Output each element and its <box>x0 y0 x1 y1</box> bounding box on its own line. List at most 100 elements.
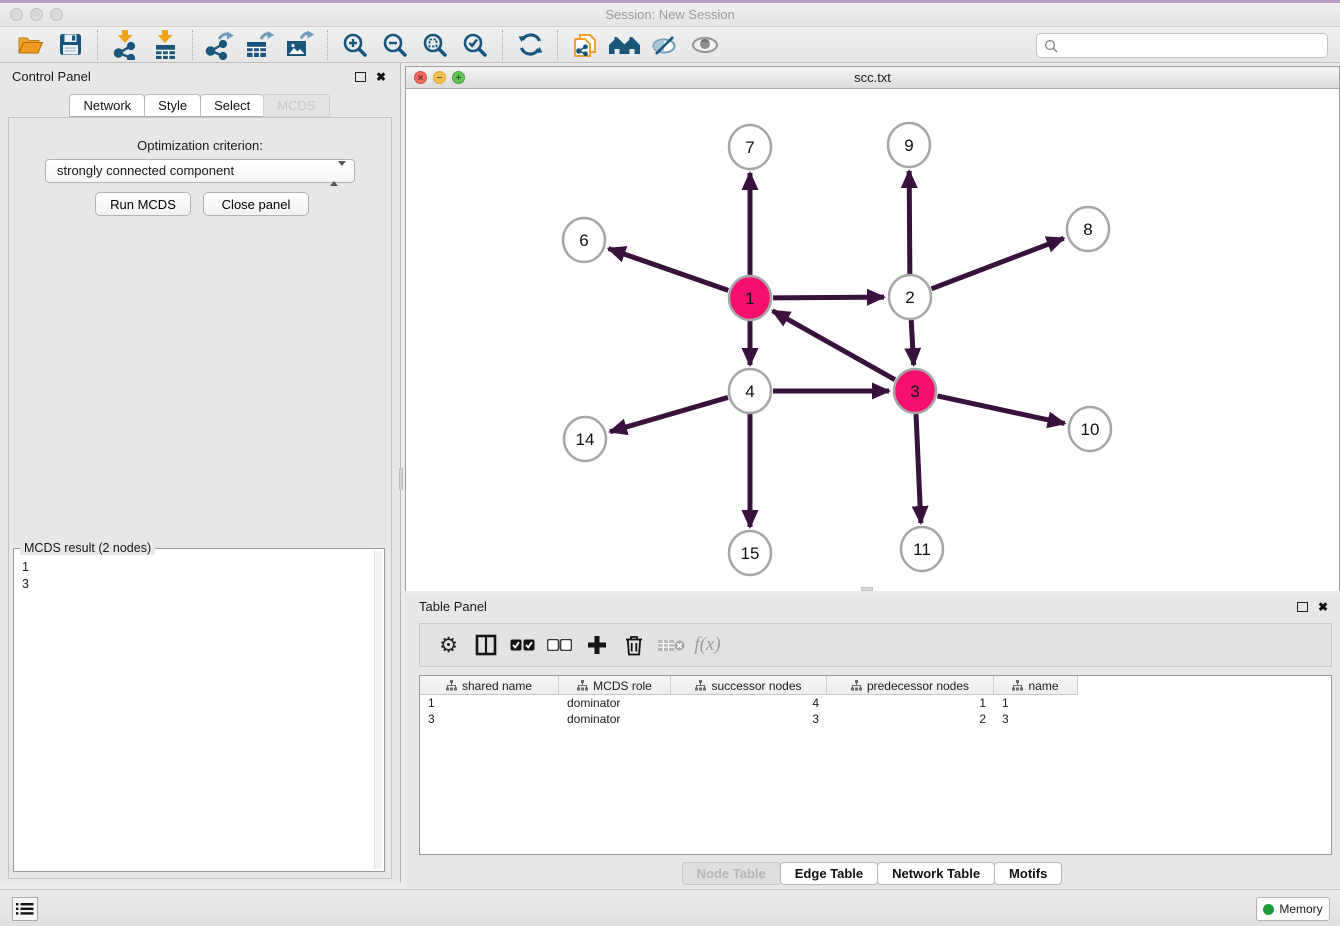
table-cell[interactable]: 2 <box>827 711 994 727</box>
graph-node-2[interactable]: 2 <box>889 275 931 319</box>
table-row[interactable]: 1dominator411 <box>420 695 1331 711</box>
show-panel-eye-icon[interactable] <box>685 29 725 61</box>
minimize-window-button[interactable] <box>30 8 43 21</box>
criterion-dropdown[interactable]: strongly connected component <box>45 159 355 183</box>
graph-node-3[interactable]: 3 <box>894 369 936 413</box>
table-cell[interactable]: 1 <box>420 695 559 711</box>
panel-divider-gripper[interactable] <box>399 468 403 490</box>
network-minimize-button[interactable]: − <box>433 71 446 84</box>
table-cell[interactable]: 1 <box>994 695 1078 711</box>
console-button[interactable] <box>12 897 38 921</box>
graph-node-15[interactable]: 15 <box>729 531 771 575</box>
tab-motifs[interactable]: Motifs <box>994 862 1062 885</box>
export-image-icon[interactable] <box>280 29 320 61</box>
graph-edge-3-1[interactable] <box>773 311 895 380</box>
network-window-titlebar[interactable]: × − + scc.txt <box>406 67 1339 89</box>
result-line: 1 <box>22 559 372 576</box>
graph-edge-2-3[interactable] <box>911 320 913 365</box>
save-session-icon[interactable] <box>50 29 90 61</box>
delete-column-trash-icon[interactable] <box>615 627 652 663</box>
graph-node-9[interactable]: 9 <box>888 123 930 167</box>
close-window-button[interactable] <box>10 8 23 21</box>
graph-edge-1-2[interactable] <box>773 297 884 298</box>
svg-text:11: 11 <box>913 540 931 559</box>
hide-panel-eye-icon[interactable] <box>645 29 685 61</box>
graph-node-1[interactable]: 1 <box>729 276 771 320</box>
table-options-gear-icon[interactable]: ⚙ <box>430 627 467 663</box>
table-cell[interactable]: 4 <box>671 695 827 711</box>
close-panel-icon[interactable]: ✖ <box>376 70 386 84</box>
graph-node-4[interactable]: 4 <box>729 369 771 413</box>
export-network-icon[interactable] <box>200 29 240 61</box>
unselect-all-columns-icon[interactable] <box>541 627 578 663</box>
table-cell[interactable]: dominator <box>559 711 671 727</box>
run-mcds-button[interactable]: Run MCDS <box>95 192 191 216</box>
float-table-panel-icon[interactable] <box>1297 602 1308 612</box>
zoom-selected-icon[interactable] <box>455 29 495 61</box>
tab-mcds[interactable]: MCDS <box>263 94 329 117</box>
tab-select[interactable]: Select <box>200 94 264 117</box>
graph-node-11[interactable]: 11 <box>901 527 943 571</box>
table-cell[interactable]: 3 <box>671 711 827 727</box>
function-builder-icon[interactable]: f(x) <box>689 627 726 663</box>
column-header-successor-nodes[interactable]: successor nodes <box>671 676 827 695</box>
graph-edge-2-9[interactable] <box>909 171 910 274</box>
graph-edge-3-11[interactable] <box>916 414 921 523</box>
table-cell[interactable]: 3 <box>994 711 1078 727</box>
network-close-button[interactable]: × <box>414 71 427 84</box>
import-table-icon[interactable] <box>145 29 185 61</box>
mcds-result-list[interactable]: 13 <box>22 553 372 869</box>
refresh-view-icon[interactable] <box>510 29 550 61</box>
tab-edge-table[interactable]: Edge Table <box>780 862 878 885</box>
table-row[interactable]: 3dominator323 <box>420 711 1331 727</box>
graph-node-7[interactable]: 7 <box>729 125 771 169</box>
zoom-out-icon[interactable] <box>375 29 415 61</box>
network-window-controls: × − + <box>414 71 471 84</box>
column-header-name[interactable]: name <box>994 676 1078 695</box>
column-header-shared-name[interactable]: shared name <box>420 676 559 695</box>
tab-node-table[interactable]: Node Table <box>682 862 781 885</box>
search-input[interactable] <box>1058 36 1327 56</box>
network-maximize-button[interactable]: + <box>452 71 465 84</box>
open-session-icon[interactable] <box>10 29 50 61</box>
maximize-window-button[interactable] <box>50 8 63 21</box>
delete-table-icon[interactable] <box>652 627 689 663</box>
home-view-icon[interactable] <box>605 29 645 61</box>
zoom-in-icon[interactable] <box>335 29 375 61</box>
graph-edge-4-14[interactable] <box>610 397 728 431</box>
import-network-icon[interactable] <box>105 29 145 61</box>
mcds-panel-body: Optimization criterion: strongly connect… <box>8 117 392 879</box>
select-all-columns-icon[interactable] <box>504 627 541 663</box>
network-canvas[interactable]: 1 2 3 4 6 7 8 9 10 11 14 15 <box>406 89 1339 591</box>
tab-network-table[interactable]: Network Table <box>877 862 995 885</box>
table-cell[interactable]: dominator <box>559 695 671 711</box>
close-table-panel-icon[interactable]: ✖ <box>1318 600 1328 614</box>
column-header-MCDS-role[interactable]: MCDS role <box>559 676 671 695</box>
graph-node-10[interactable]: 10 <box>1069 407 1111 451</box>
column-header-predecessor-nodes[interactable]: predecessor nodes <box>827 676 994 695</box>
table-cell[interactable]: 1 <box>827 695 994 711</box>
svg-text:7: 7 <box>745 138 754 157</box>
memory-button[interactable]: Memory <box>1256 897 1330 921</box>
tab-style[interactable]: Style <box>144 94 201 117</box>
table-cell[interactable]: 3 <box>420 711 559 727</box>
close-panel-button[interactable]: Close panel <box>203 192 309 216</box>
search-field[interactable] <box>1036 33 1328 58</box>
network-window-title: scc.txt <box>406 67 1339 88</box>
graph-edge-1-6[interactable] <box>609 249 729 291</box>
graph-node-14[interactable]: 14 <box>564 417 606 461</box>
result-scrollbar[interactable] <box>374 551 382 869</box>
zoom-fit-icon[interactable] <box>415 29 455 61</box>
show-column-icon[interactable] <box>467 627 504 663</box>
window-resize-grip[interactable] <box>861 587 873 591</box>
add-column-icon[interactable] <box>578 627 615 663</box>
graph-edge-3-10[interactable] <box>937 396 1064 424</box>
graph-node-8[interactable]: 8 <box>1067 207 1109 251</box>
float-panel-icon[interactable] <box>355 72 366 82</box>
table-panel: Table Panel ✖ ⚙ f(x) shared nameMCDS rol… <box>405 595 1340 888</box>
graph-node-6[interactable]: 6 <box>563 218 605 262</box>
copy-network-icon[interactable] <box>565 29 605 61</box>
tab-network[interactable]: Network <box>69 94 145 117</box>
export-table-icon[interactable] <box>240 29 280 61</box>
graph-edge-2-8[interactable] <box>931 238 1063 289</box>
